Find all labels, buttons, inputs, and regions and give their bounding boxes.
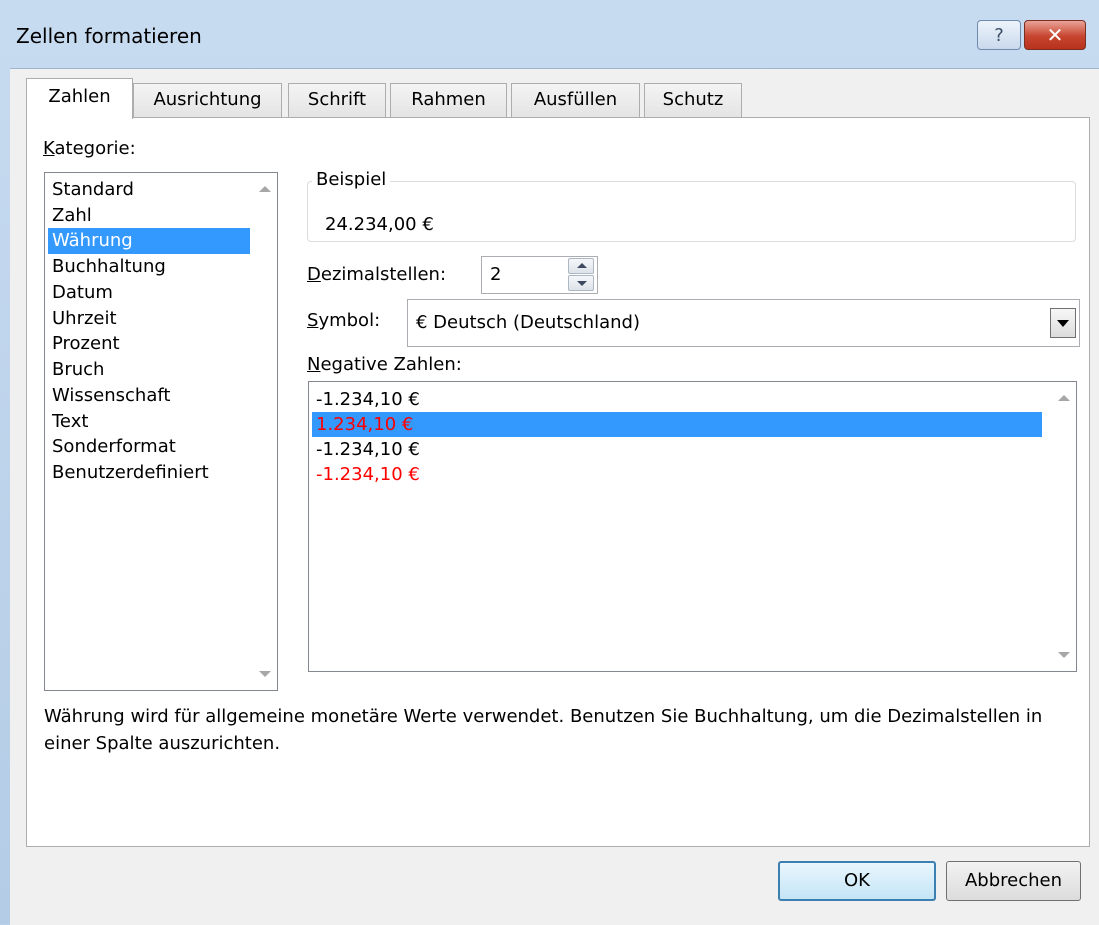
close-button[interactable]: ✕ bbox=[1024, 20, 1086, 50]
tab-rahmen[interactable]: Rahmen bbox=[390, 83, 507, 117]
dialog-body: Zahlen Ausrichtung Schrift Rahmen Ausfül… bbox=[10, 68, 1099, 925]
scroll-up-arrow-icon[interactable] bbox=[259, 186, 271, 192]
list-item[interactable]: Uhrzeit bbox=[52, 306, 117, 332]
decimals-value[interactable]: 2 bbox=[490, 264, 501, 285]
list-item[interactable]: Bruch bbox=[52, 357, 104, 383]
list-item[interactable]: -1.234,10 € bbox=[312, 387, 420, 412]
list-item[interactable]: Prozent bbox=[52, 331, 120, 357]
symbol-label: Symbol: bbox=[307, 310, 381, 331]
tab-ausrichtung[interactable]: Ausrichtung bbox=[133, 83, 282, 117]
negative-numbers-list[interactable]: -1.234,10 € 1.234,10 € -1.234,10 € -1.23… bbox=[308, 381, 1077, 672]
list-item[interactable]: Zahl bbox=[52, 203, 92, 229]
list-item[interactable]: -1.234,10 € bbox=[312, 437, 420, 462]
list-item[interactable]: Benutzerdefiniert bbox=[52, 460, 209, 486]
format-description: Währung wird für allgemeine monetäre Wer… bbox=[44, 706, 1043, 754]
stepper-buttons bbox=[568, 258, 596, 292]
dialog-title: Zellen formatieren bbox=[16, 24, 202, 48]
list-item-selected[interactable]: Währung bbox=[48, 228, 250, 254]
tab-schutz[interactable]: Schutz bbox=[644, 83, 742, 117]
list-item[interactable]: Standard bbox=[52, 177, 134, 203]
tab-schrift[interactable]: Schrift bbox=[288, 83, 386, 117]
decimals-label: Dezimalstellen: bbox=[307, 264, 447, 285]
scroll-down-arrow-icon[interactable] bbox=[259, 671, 271, 677]
list-item[interactable]: Datum bbox=[52, 280, 113, 306]
scroll-up-arrow-icon[interactable] bbox=[1058, 395, 1070, 401]
list-item[interactable]: Wissenschaft bbox=[52, 383, 170, 409]
list-item[interactable]: -1.234,10 € bbox=[312, 462, 420, 487]
tab-zahlen[interactable]: Zahlen bbox=[26, 78, 133, 119]
cancel-button[interactable]: Abbrechen bbox=[946, 861, 1081, 901]
symbol-value: € Deutsch (Deutschland) bbox=[416, 312, 640, 333]
symbol-dropdown[interactable]: € Deutsch (Deutschland) bbox=[407, 299, 1080, 347]
decimals-stepper[interactable]: 2 bbox=[481, 256, 598, 294]
list-item[interactable]: Text bbox=[52, 409, 88, 435]
format-cells-dialog: Zellen formatieren ? ✕ Zahlen Ausrichtun… bbox=[0, 0, 1099, 925]
stepper-down-icon[interactable] bbox=[568, 275, 594, 291]
tab-panel-zahlen: Kategorie: Standard Zahl Währung Buchhal… bbox=[26, 117, 1090, 847]
list-item[interactable]: Buchhaltung bbox=[52, 254, 166, 280]
ok-button[interactable]: OK bbox=[778, 861, 936, 901]
title-bar[interactable]: Zellen formatieren ? ✕ bbox=[0, 0, 1099, 74]
tab-ausfuellen[interactable]: Ausfüllen bbox=[511, 83, 640, 117]
chevron-down-icon[interactable] bbox=[1050, 308, 1076, 338]
negative-list-scrollbar[interactable] bbox=[1053, 383, 1075, 670]
sample-value: 24.234,00 € bbox=[325, 214, 434, 235]
help-button[interactable]: ? bbox=[977, 20, 1021, 50]
scroll-down-arrow-icon[interactable] bbox=[1058, 652, 1070, 658]
category-scrollbar[interactable] bbox=[254, 174, 276, 689]
sample-legend: Beispiel bbox=[312, 169, 391, 190]
negative-numbers-label: Negative Zahlen: bbox=[307, 354, 462, 375]
category-label: Kategorie: bbox=[43, 138, 136, 159]
stepper-up-icon[interactable] bbox=[568, 258, 594, 274]
list-item[interactable]: Sonderformat bbox=[52, 434, 176, 460]
list-item-selected[interactable]: 1.234,10 € bbox=[312, 412, 1042, 437]
category-list[interactable]: Standard Zahl Währung Buchhaltung Datum … bbox=[44, 172, 278, 691]
